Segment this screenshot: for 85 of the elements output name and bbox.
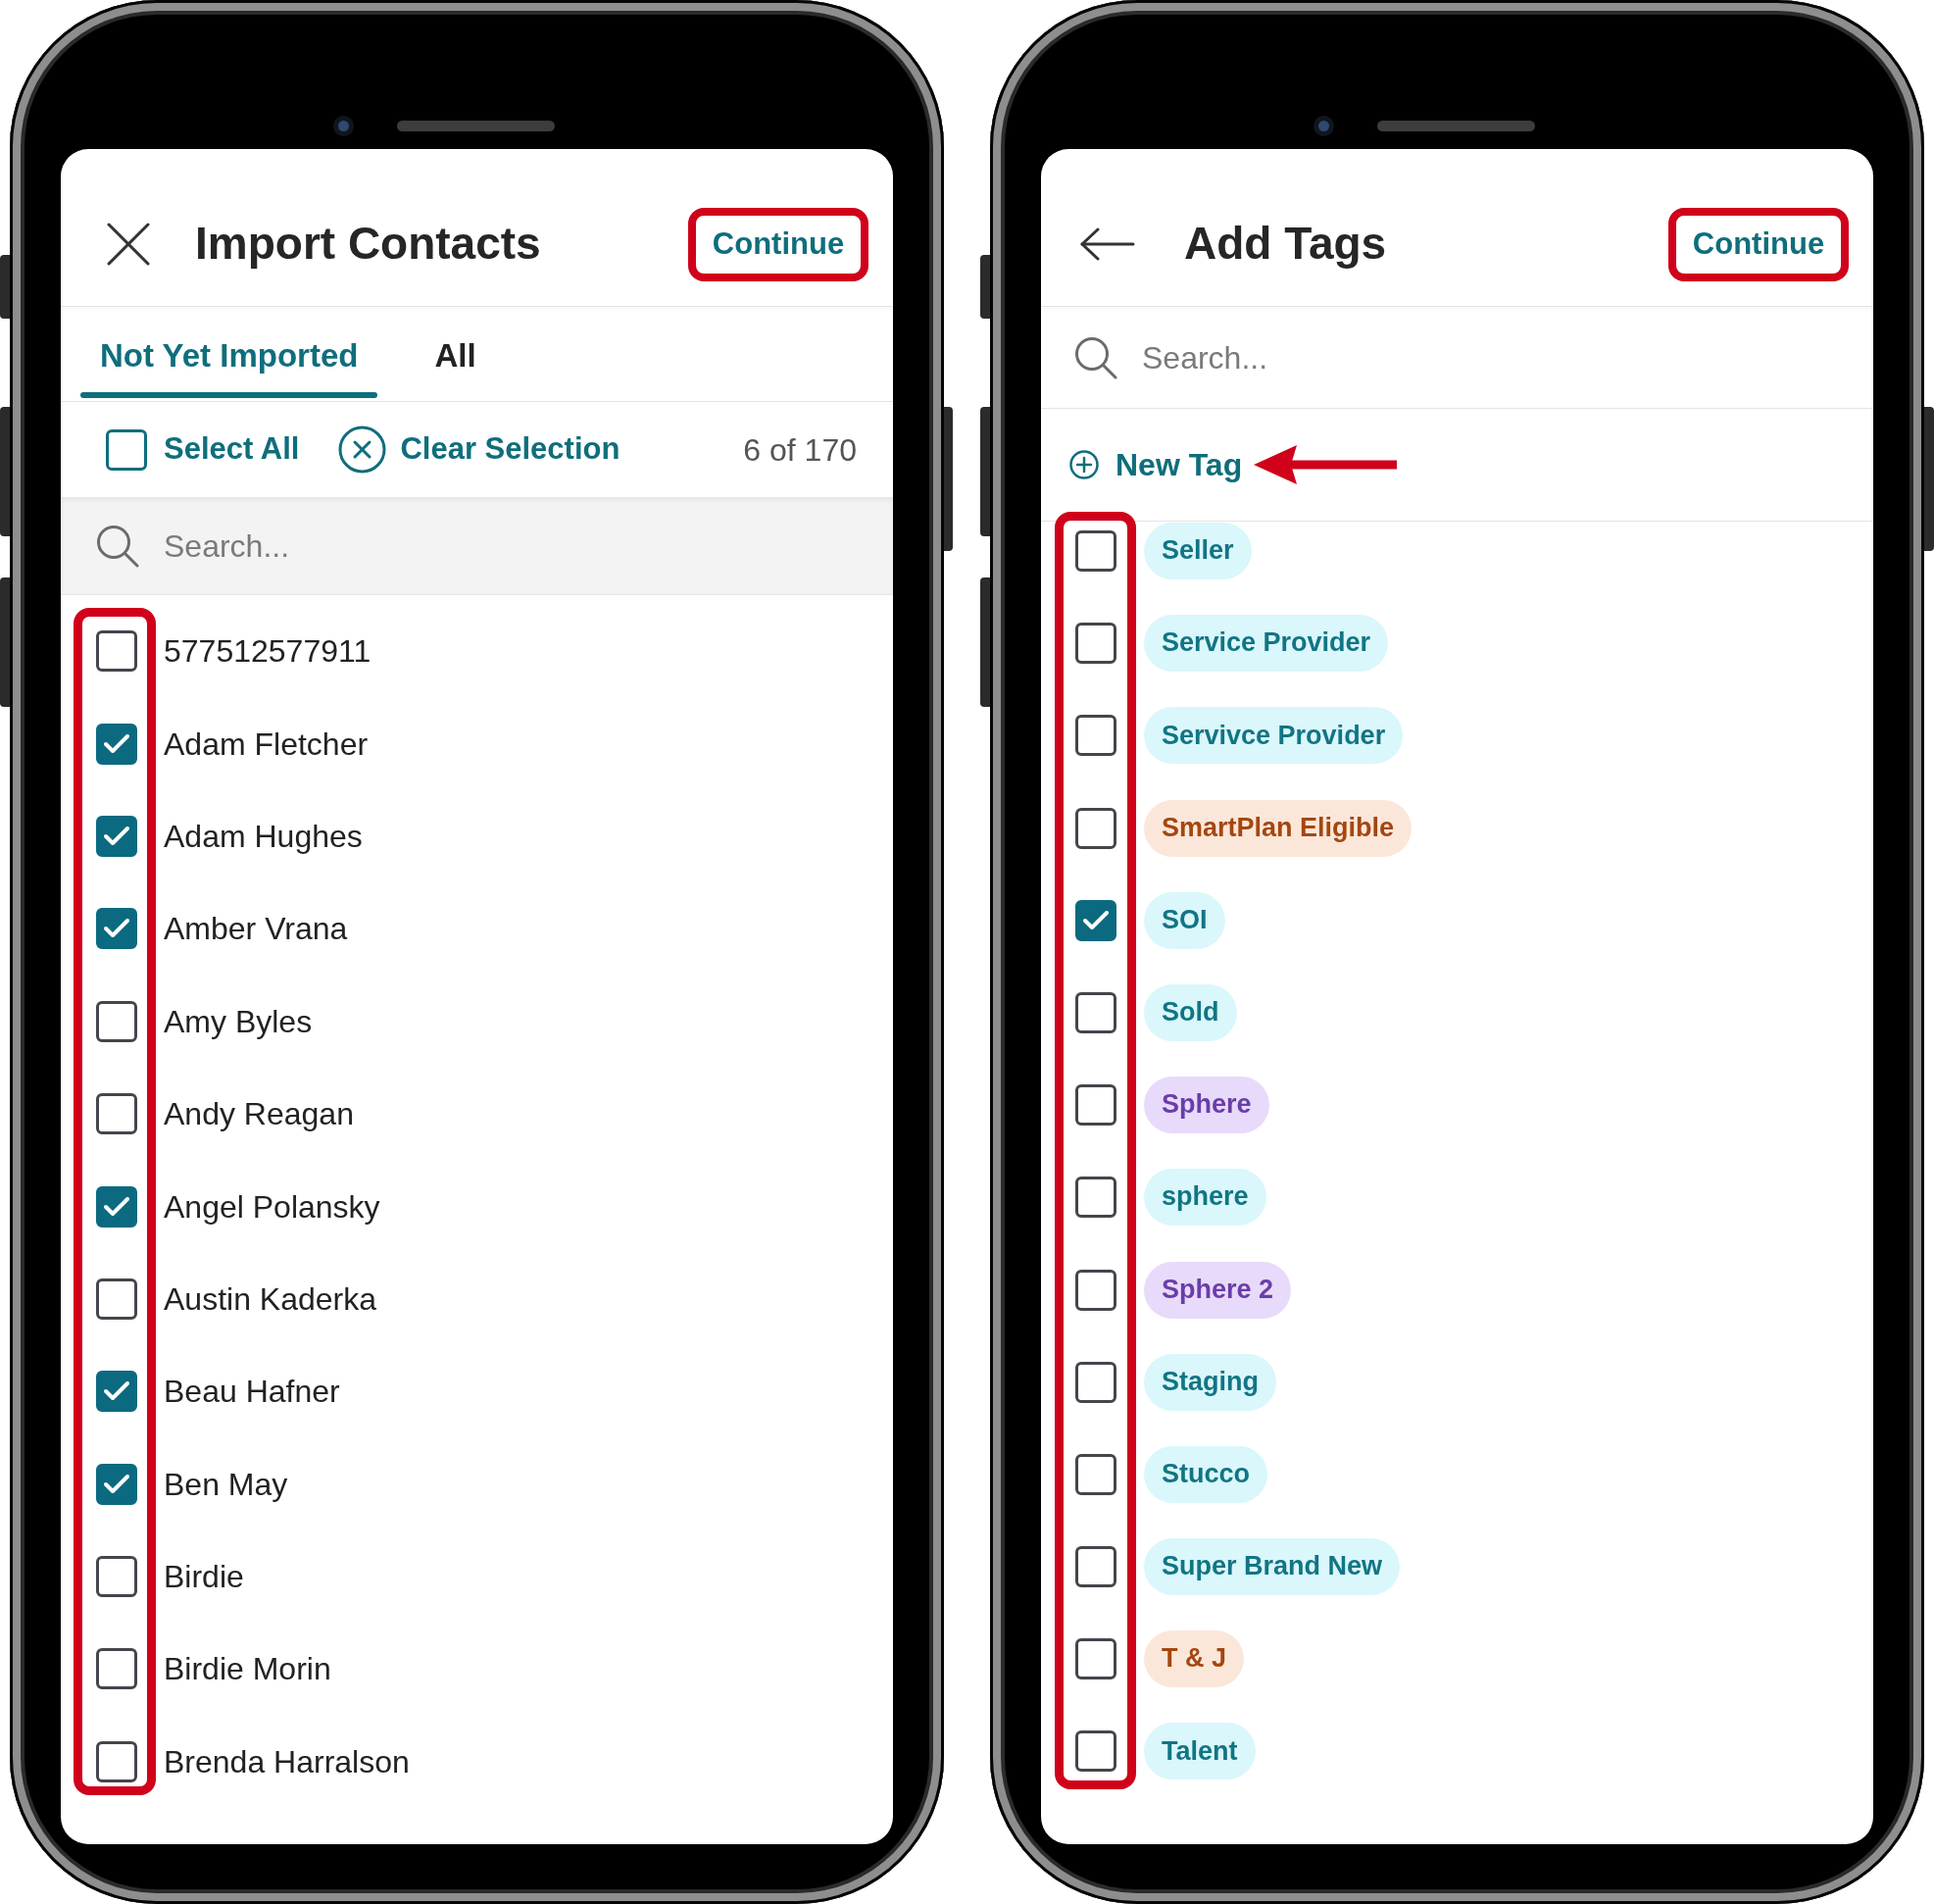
checkbox[interactable] <box>96 1185 137 1228</box>
contact-name: Ben May <box>164 1465 288 1504</box>
checkbox[interactable] <box>96 1278 137 1320</box>
checkbox[interactable] <box>96 1740 137 1782</box>
checkbox[interactable] <box>96 908 137 950</box>
contact-name: Austin Kaderka <box>164 1279 376 1319</box>
search-icon <box>1074 335 1117 379</box>
tag-chip: Sold <box>1144 983 1237 1041</box>
contact-name: Angel Polansky <box>164 1187 380 1227</box>
check-icon <box>104 826 129 846</box>
search-field[interactable]: Search... <box>61 497 893 595</box>
plus-circle-icon <box>1069 450 1099 479</box>
checkbox[interactable] <box>96 1463 137 1505</box>
side-key <box>980 255 990 319</box>
continue-button[interactable]: Continue <box>712 225 845 264</box>
tag-chip: Servivce Provider <box>1144 707 1404 765</box>
contact-name: Birdie <box>164 1558 244 1597</box>
screen-title: Import Contacts <box>195 217 541 272</box>
checkbox[interactable] <box>1075 807 1116 849</box>
contact-name: Adam Hughes <box>164 817 363 856</box>
close-circle-icon <box>338 426 387 474</box>
contact-name: Andy Reagan <box>164 1095 354 1134</box>
tag-chip: Sphere 2 <box>1144 1261 1292 1319</box>
checkbox[interactable] <box>96 1648 137 1690</box>
tag-chip: sphere <box>1144 1169 1266 1227</box>
select-all-button[interactable]: Select All <box>106 428 300 471</box>
tag-chip: Super Brand New <box>1144 1538 1401 1596</box>
tag-chip: Talent <box>1144 1723 1256 1780</box>
search-input[interactable]: Search... <box>1142 333 1730 381</box>
tag-chip: T & J <box>1144 1630 1244 1688</box>
checkbox[interactable] <box>1075 1546 1116 1588</box>
contact-name: 577512577911 <box>164 632 372 672</box>
checkbox[interactable] <box>96 630 137 673</box>
pointer-arrow-icon <box>1254 445 1398 484</box>
tag-chip: Sphere <box>1144 1077 1269 1134</box>
checkbox[interactable] <box>1075 1269 1116 1311</box>
checkbox[interactable] <box>1075 1361 1116 1403</box>
checkbox[interactable] <box>1075 899 1116 941</box>
checkbox[interactable] <box>1075 530 1116 572</box>
check-icon <box>104 1474 129 1494</box>
checkbox[interactable] <box>1075 1453 1116 1495</box>
check-icon <box>104 1381 129 1402</box>
check-icon <box>104 1196 129 1217</box>
checkbox[interactable] <box>1075 623 1116 665</box>
camera-lens-icon <box>1314 116 1334 136</box>
camera-lens-icon <box>333 116 354 136</box>
check-icon <box>104 919 129 939</box>
checkbox[interactable] <box>106 428 147 471</box>
new-tag-button[interactable]: New Tag <box>1069 445 1243 484</box>
tag-chip: SmartPlan Eligible <box>1144 799 1413 857</box>
checkbox[interactable] <box>1075 1177 1116 1219</box>
checkbox[interactable] <box>1075 1638 1116 1680</box>
clear-selection-button[interactable]: Clear Selection <box>338 426 620 474</box>
checkbox[interactable] <box>96 815 137 857</box>
side-key <box>0 255 10 319</box>
tag-chip: Staging <box>1144 1353 1276 1411</box>
contact-name: Brenda Harralson <box>164 1742 410 1781</box>
tag-chip: Stucco <box>1144 1445 1268 1503</box>
checkbox[interactable] <box>96 1093 137 1135</box>
tag-chip: Seller <box>1144 523 1252 579</box>
checkbox[interactable] <box>1075 1730 1116 1773</box>
contact-name: Beau Hafner <box>164 1373 340 1412</box>
contact-name: Adam Fletcher <box>164 725 369 764</box>
tab[interactable]: All <box>415 310 496 398</box>
checkbox[interactable] <box>96 723 137 765</box>
checkbox[interactable] <box>1075 991 1116 1033</box>
checkbox[interactable] <box>1075 1084 1116 1127</box>
close-icon[interactable] <box>107 223 150 266</box>
contact-name: Amber Vrana <box>164 910 348 949</box>
tab[interactable]: Not Yet Imported <box>80 310 378 398</box>
screen-title: Add Tags <box>1184 217 1387 272</box>
search-icon <box>96 524 139 568</box>
check-icon <box>104 733 129 754</box>
checkbox[interactable] <box>1075 715 1116 757</box>
tag-chip: SOI <box>1144 891 1225 949</box>
selection-count: 6 of 170 <box>743 430 857 470</box>
checkbox[interactable] <box>96 1000 137 1042</box>
continue-button[interactable]: Continue <box>1692 225 1825 264</box>
checkbox[interactable] <box>96 1371 137 1413</box>
contact-name: Birdie Morin <box>164 1650 331 1689</box>
search-input[interactable]: Search... <box>164 522 752 570</box>
checkbox[interactable] <box>96 1556 137 1598</box>
check-icon <box>1083 910 1109 930</box>
contact-name: Amy Byles <box>164 1002 313 1041</box>
tag-chip: Service Provider <box>1144 615 1389 673</box>
